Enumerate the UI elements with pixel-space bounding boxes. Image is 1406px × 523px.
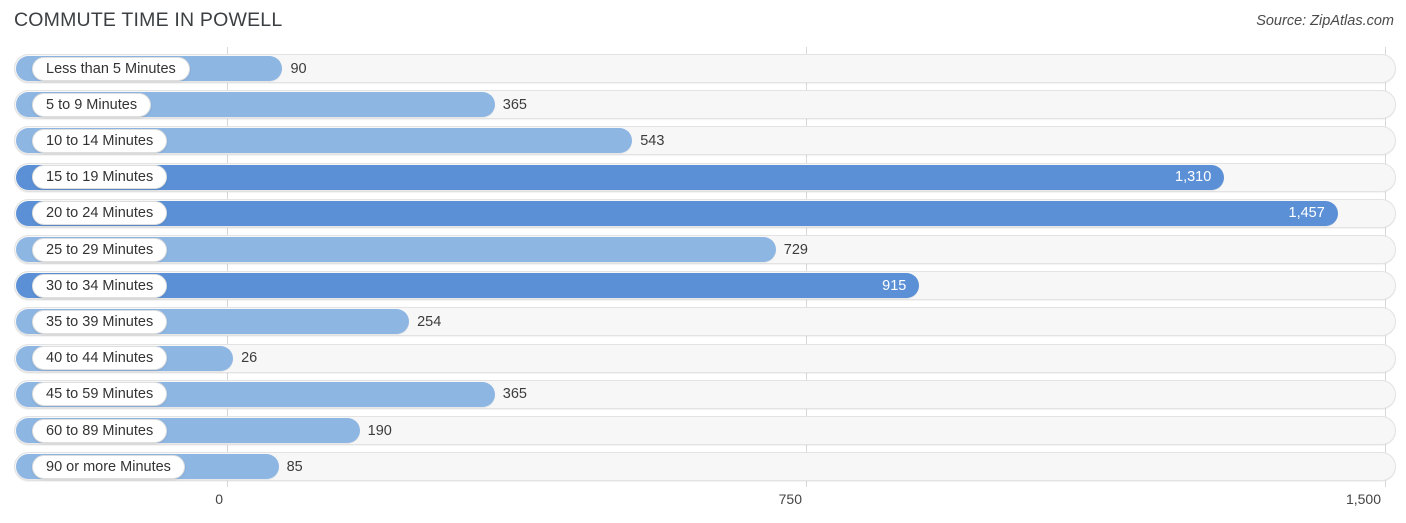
- bar-category-label: Less than 5 Minutes: [32, 56, 190, 81]
- bar-row[interactable]: 45 to 59 Minutes 365: [14, 379, 1396, 409]
- bar-row[interactable]: Less than 5 Minutes 90: [14, 54, 1396, 83]
- bar-category-label: 25 to 29 Minutes: [32, 237, 168, 262]
- bar-row[interactable]: 10 to 14 Minutes 543: [14, 126, 1396, 156]
- bar-row[interactable]: 5 to 9 Minutes 365: [14, 90, 1396, 120]
- x-axis: 0 750 1,500: [0, 487, 1406, 523]
- bar-value-label: 90: [290, 60, 307, 77]
- bar-value-label: 1,457: [1288, 205, 1325, 222]
- bar-value-label: 85: [286, 458, 303, 475]
- bar-row[interactable]: 35 to 39 Minutes 254: [14, 307, 1396, 337]
- bar-fill[interactable]: [16, 164, 1225, 190]
- bar-row[interactable]: 15 to 19 Minutes 1,310: [14, 162, 1396, 192]
- bar-value-label: 26: [241, 350, 258, 367]
- bar-row[interactable]: 20 to 24 Minutes 1,457: [14, 198, 1396, 228]
- bar-category-label: 60 to 89 Minutes: [32, 418, 168, 443]
- bar-value-label: 1,310: [1175, 169, 1212, 186]
- bar-category-label: 10 to 14 Minutes: [32, 128, 168, 153]
- chart-container: COMMUTE TIME IN POWELL Source: ZipAtlas.…: [0, 0, 1406, 523]
- axis-tick-label-750: 750: [778, 491, 802, 507]
- bar-category-label: 35 to 39 Minutes: [32, 309, 168, 334]
- bar-row[interactable]: 40 to 44 Minutes 26: [14, 343, 1396, 373]
- bar-value-label: 543: [640, 132, 665, 149]
- bar-category-label: 20 to 24 Minutes: [32, 201, 168, 226]
- bar-fill[interactable]: [16, 200, 1338, 226]
- bar-value-label: 190: [367, 422, 392, 439]
- axis-tick-label-0: 0: [215, 491, 223, 507]
- bar-category-label: 15 to 19 Minutes: [32, 165, 168, 190]
- source-attribution: Source: ZipAtlas.com: [1256, 13, 1394, 29]
- bar-value-label: 254: [417, 313, 442, 330]
- bar-row[interactable]: 25 to 29 Minutes 729: [14, 235, 1396, 264]
- bar-row[interactable]: 60 to 89 Minutes 190: [14, 416, 1396, 445]
- bar-row[interactable]: 30 to 34 Minutes 915: [14, 271, 1396, 301]
- bar-category-label: 90 or more Minutes: [32, 454, 185, 479]
- axis-tick-label-1500: 1,500: [1345, 491, 1381, 507]
- bar-category-label: 45 to 59 Minutes: [32, 382, 168, 407]
- bar-category-label: 5 to 9 Minutes: [32, 92, 152, 117]
- bar-value-label: 365: [502, 386, 527, 403]
- bar-value-label: 915: [882, 277, 907, 294]
- bar-row[interactable]: 90 or more Minutes 85: [14, 452, 1396, 482]
- plot-area: Less than 5 Minutes 90 5 to 9 Minutes 365 10…: [0, 47, 1406, 487]
- bar-value-label: 365: [502, 96, 527, 113]
- page-title: COMMUTE TIME IN POWELL: [14, 9, 283, 31]
- bar-value-label: 729: [783, 241, 808, 258]
- bar-category-label: 40 to 44 Minutes: [32, 346, 168, 371]
- bar-category-label: 30 to 34 Minutes: [32, 273, 168, 298]
